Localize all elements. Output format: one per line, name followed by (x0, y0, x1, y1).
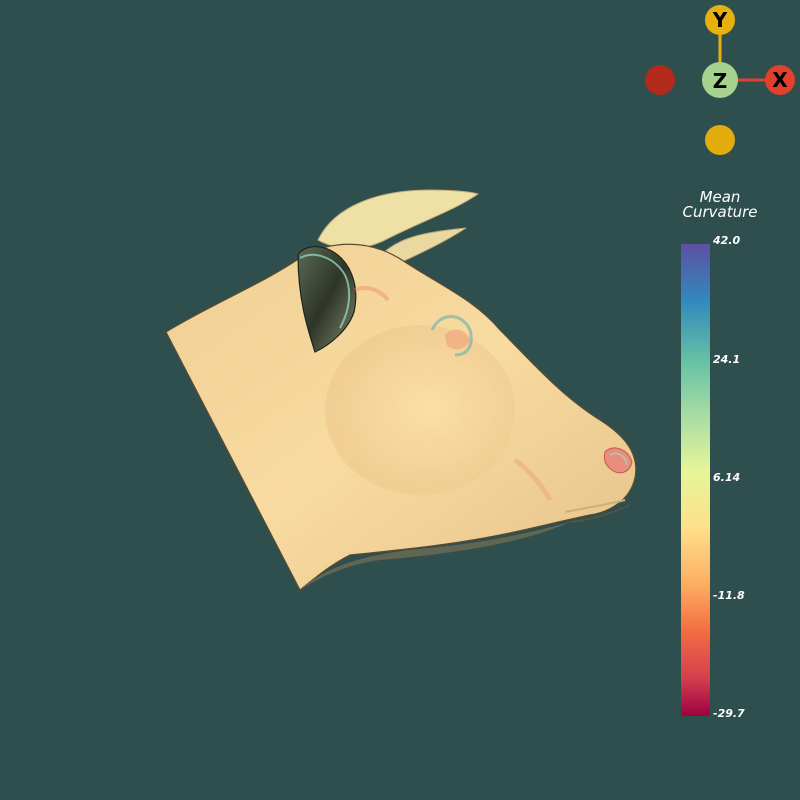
colorbar-tick-min: -29.7 (713, 707, 745, 720)
colorbar-title: Mean Curvature (660, 190, 780, 220)
3d-viewport[interactable]: Y Z X (0, 0, 800, 800)
colorbar-tick-3: 6.14 (713, 471, 741, 484)
colorbar-tick-4: -11.8 (713, 589, 745, 602)
neg-y-marker (705, 125, 735, 155)
y-axis-label: Y (712, 8, 728, 32)
orientation-widget[interactable]: Y Z X (645, 5, 795, 155)
colorbar (681, 244, 710, 716)
cheek (325, 325, 515, 495)
neg-x-marker (645, 65, 675, 95)
horn-front (317, 189, 480, 249)
colorbar-title-line2: Curvature (682, 203, 758, 221)
colorbar-tick-max: 42.0 (713, 234, 741, 247)
x-axis-label: X (772, 68, 788, 92)
z-axis-label: Z (713, 69, 728, 93)
cow-head-mesh[interactable] (165, 189, 637, 591)
colorbar-tick-2: 24.1 (713, 353, 741, 366)
